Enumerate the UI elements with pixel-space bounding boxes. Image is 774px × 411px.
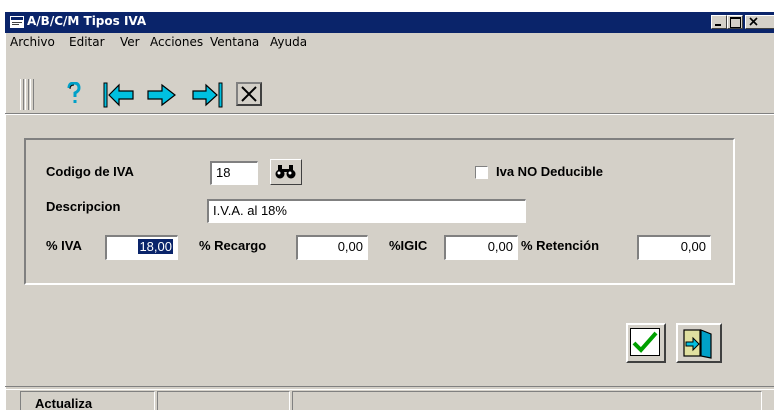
toolbar-grip-3: [30, 79, 34, 110]
recargo-label: % Recargo: [199, 238, 267, 253]
recargo-field[interactable]: 0,00: [296, 235, 368, 260]
window-icon[interactable]: [10, 16, 24, 28]
descripcion-field[interactable]: I.V.A. al 18%: [207, 199, 526, 223]
iva-value: 18,00: [138, 239, 173, 254]
close-form-button[interactable]: [236, 82, 262, 106]
status-cell-3: [292, 391, 762, 410]
last-record-icon[interactable]: [192, 82, 224, 108]
status-cell-2: [157, 391, 290, 410]
search-button[interactable]: [270, 159, 302, 185]
toolbar-separator-light: [5, 114, 774, 115]
exit-button[interactable]: [676, 323, 722, 363]
close-x-icon: [241, 86, 257, 102]
check-icon: [632, 331, 658, 353]
retencion-label: % Retención: [521, 238, 600, 253]
desktop-strip: [0, 0, 774, 12]
check-icon-frame: [630, 328, 660, 356]
igic-label: %IGIC: [389, 238, 428, 253]
next-arrow-icon[interactable]: [147, 82, 177, 108]
maximize-button[interactable]: [727, 15, 743, 29]
status-bar: [5, 386, 774, 390]
menu-archivo[interactable]: Archivo: [10, 35, 55, 49]
window-title: A/B/C/M Tipos IVA: [27, 14, 147, 28]
igic-field[interactable]: 0,00: [444, 235, 518, 260]
close-button[interactable]: [745, 15, 774, 29]
toolbar-grip-2: [25, 79, 29, 110]
first-record-icon[interactable]: [103, 82, 135, 108]
no-deducible-label: Iva NO Deducible: [496, 164, 603, 179]
status-text: Actualiza: [35, 396, 93, 411]
descripcion-label: Descripcion: [46, 199, 121, 214]
toolbar-grip[interactable]: [20, 79, 24, 110]
no-deducible-checkbox[interactable]: [475, 166, 488, 179]
minimize-button[interactable]: [711, 15, 727, 29]
close-icon: [749, 17, 758, 26]
title-bar[interactable]: A/B/C/M Tipos IVA: [5, 12, 774, 33]
menu-ayuda[interactable]: Ayuda: [270, 35, 307, 49]
binoculars-icon: [275, 165, 296, 179]
status-cell-1: Actualiza: [20, 391, 155, 411]
menu-bar: Archivo Editar Ver Acciones Ventana Ayud…: [5, 33, 774, 51]
exit-door-icon: [683, 329, 712, 359]
help-icon[interactable]: [66, 82, 82, 106]
menu-ver[interactable]: Ver: [120, 35, 140, 49]
iva-label: % IVA: [46, 238, 82, 253]
iva-field[interactable]: 18,00: [105, 235, 178, 260]
codigo-field[interactable]: 18: [210, 161, 258, 185]
minimize-icon: [715, 24, 721, 26]
codigo-label: Codigo de IVA: [46, 164, 134, 179]
menu-editar[interactable]: Editar: [69, 35, 105, 49]
maximize-icon: [730, 17, 741, 28]
retencion-field[interactable]: 0,00: [637, 235, 711, 260]
menu-acciones[interactable]: Acciones: [150, 35, 203, 49]
accept-button[interactable]: [626, 323, 666, 363]
menu-ventana[interactable]: Ventana: [210, 35, 259, 49]
